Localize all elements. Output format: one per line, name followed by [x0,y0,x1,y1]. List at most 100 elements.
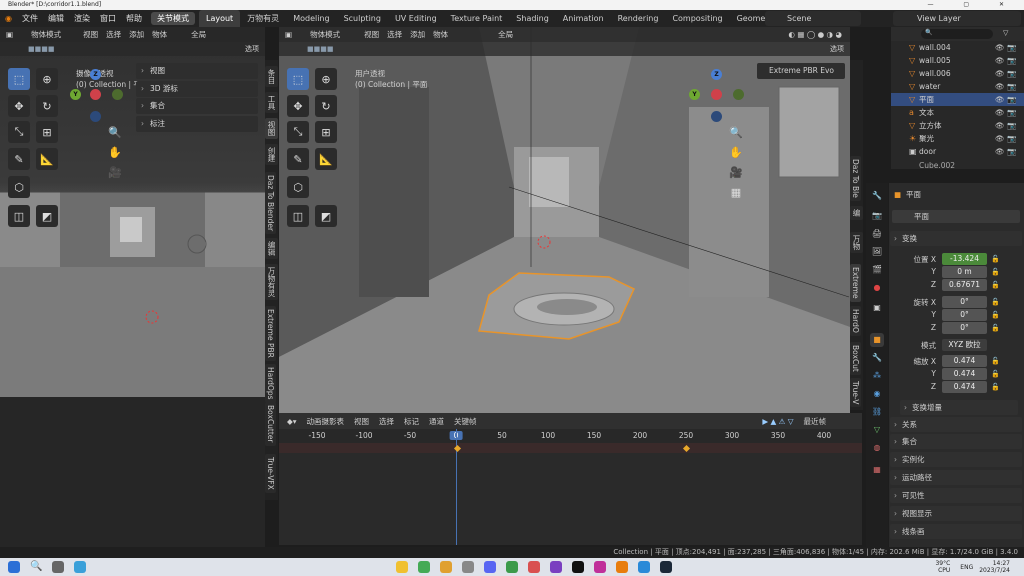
frame-ruler[interactable]: -150 -100 -50 0 50 100 150 200 250 300 3… [279,429,862,443]
outliner-row[interactable]: ▽ wall.006 👁 📷 [891,67,1024,80]
tab-item[interactable]: 条目 [265,66,278,87]
rotate-tool[interactable]: ↻ [315,95,337,117]
right-menu-view[interactable]: 视图 [364,29,379,40]
tab-modeling[interactable]: Modeling [286,10,336,27]
visibility-eye-icon[interactable]: 👁 [995,41,1005,54]
tab-compositing[interactable]: Compositing [665,10,729,27]
lock-icon[interactable]: 🔓 [991,383,1000,391]
tab-wanwu[interactable]: 万物有灵 [265,264,278,300]
bone-mode-button[interactable]: 关节模式 [150,12,195,25]
gizmo-x-icon[interactable] [711,89,722,100]
gizmo-x-icon[interactable] [90,89,101,100]
camera-icon[interactable]: 🎥 [106,163,124,181]
tab-extreme-pbr[interactable]: Extreme [850,264,861,302]
task-view-icon[interactable] [52,561,64,573]
outliner-row[interactable]: ▽ wall.005 👁 📷 [891,54,1024,67]
gizmo-neg-x-icon[interactable] [733,89,744,100]
tab-texture-paint[interactable]: Texture Paint [444,10,510,27]
app-icon[interactable] [528,561,540,573]
tool-tab-icon[interactable]: 🔧 [870,189,884,203]
texture-tab-icon[interactable]: ▦ [870,463,884,477]
left-menu-add[interactable]: 添加 [129,29,144,40]
object-tab-icon[interactable]: ■ [870,333,884,347]
start-icon[interactable] [8,561,20,573]
rotation-mode-select[interactable]: XYZ 欧拉 [942,339,987,351]
motion-paths-section[interactable]: 运动路径 [890,470,1022,485]
boxcutter-tool[interactable]: ◩ [36,205,58,227]
blender-icon[interactable] [616,561,628,573]
gizmo-neg-x-icon[interactable] [112,89,123,100]
right-options[interactable]: 选项 [830,44,844,54]
location-z-field[interactable]: 0.67671 [942,279,987,291]
visibility-eye-icon[interactable]: 👁 [995,67,1005,80]
grid-view-icon[interactable]: ▦ [727,183,745,201]
panel-annotation[interactable]: 标注 [136,116,258,132]
lock-icon[interactable]: 🔓 [991,370,1000,378]
dope-sheet-editor[interactable]: ◆▾ 动画摄影表 视图 选择 标记 通道 关键帧 ▶ ▲ ⚠ ▽ 最近帧 -15… [279,413,862,545]
tab-daz[interactable]: Daz To Blender [265,172,276,235]
filter-icon[interactable]: ▽ [1003,29,1008,37]
next-icon[interactable] [572,561,584,573]
gizmo-z-icon[interactable]: Z [711,69,722,80]
tab-create[interactable]: 创建 [265,144,278,165]
visibility-eye-icon[interactable]: 👁 [995,145,1005,158]
outliner-search-input[interactable]: 🔍 [921,29,993,39]
instancing-section[interactable]: 实例化 [890,452,1022,467]
collection-tab-icon[interactable]: ▣ [870,301,884,315]
app-icon[interactable] [638,561,650,573]
left-viewport[interactable]: ▣ 物体模式 视图 选择 添加 物体 全局 ■■■■ 选项 ⬚ ⊕ ✥ ↻ ⤡ … [0,27,265,547]
left-select-mode-icons[interactable]: ■■■■ [28,45,54,53]
right-menu-object[interactable]: 物体 [433,29,448,40]
lock-icon[interactable]: 🔓 [991,255,1000,263]
tab-hardops[interactable]: HardO [850,306,861,336]
boxcutter-tool[interactable]: ◩ [315,205,337,227]
render-camera-icon[interactable]: 📷 [1007,41,1016,54]
dope-menu-key[interactable]: 关键帧 [454,416,477,427]
tab-tool[interactable]: 工具 [265,92,278,113]
select-box-tool[interactable]: ⬚ [287,68,309,90]
app-icon[interactable] [418,561,430,573]
cursor-tool[interactable]: ⊕ [315,68,337,90]
outliner-row[interactable]: ▽ 立方体 👁 📷 [891,119,1024,132]
transform-tool[interactable]: ⊞ [36,121,58,143]
add-cube-tool[interactable]: ⬡ [8,176,30,198]
gizmo-z-icon[interactable]: Z [90,69,101,80]
move-tool[interactable]: ✥ [287,95,309,117]
tab-daz[interactable]: Daz To Ble [850,156,861,201]
right-editor-type-icon[interactable]: ▣ [285,30,292,39]
tab-hardops[interactable]: HardOps [265,364,276,403]
editor-type-icon[interactable]: ▣ [6,30,13,39]
tab-edit[interactable]: 编辑 [265,238,278,259]
cursor-tool[interactable]: ⊕ [36,68,58,90]
outliner-row[interactable]: ☀ 聚光 👁 📷 [891,132,1024,145]
interpolation-select[interactable]: 最近帧 [804,416,827,427]
lock-icon[interactable]: 🔓 [991,357,1000,365]
left-mode-select[interactable]: 物体模式 [21,29,61,40]
tab-true-vfx[interactable]: True-V [850,378,861,408]
menu-window[interactable]: 窗口 [95,13,121,24]
dope-sheet-channels[interactable] [279,429,862,545]
left-menu-object[interactable]: 物体 [152,29,167,40]
window-controls[interactable]: — ▢ ✕ [927,0,1018,10]
app-icon[interactable] [440,561,452,573]
delta-transform-section[interactable]: 变换增量 [900,400,1018,415]
shading-mode-icons[interactable]: ◐ ▦ ◯ ● ◑ ◕ [788,30,842,39]
scale-y-field[interactable]: 0.474 [942,368,987,380]
language-indicator[interactable]: ENG [960,564,973,571]
tab-sculpting[interactable]: Sculpting [337,10,388,27]
pan-hand-icon[interactable]: ✋ [727,143,745,161]
explorer-icon[interactable] [396,561,408,573]
output-tab-icon[interactable]: 🖨 [870,227,884,241]
render-camera-icon[interactable]: 📷 [1007,80,1016,93]
tab-wanwu[interactable]: 万物有灵 [240,10,286,27]
dope-menu-view[interactable]: 视图 [354,416,369,427]
outliner-row-partial[interactable]: Cube.002 [891,159,1024,169]
right-select-mode-icons[interactable]: ■■■■ [307,45,333,53]
transform-section[interactable]: 变换 [890,231,1022,246]
dope-menu-marker[interactable]: 标记 [404,416,419,427]
right-menu-select[interactable]: 选择 [387,29,402,40]
render-camera-icon[interactable]: 📷 [1007,67,1016,80]
filter-icons[interactable]: ▶ ▲ ⚠ ▽ [762,417,793,426]
app-icon[interactable] [462,561,474,573]
gizmo-neg-z-icon[interactable] [90,111,101,122]
